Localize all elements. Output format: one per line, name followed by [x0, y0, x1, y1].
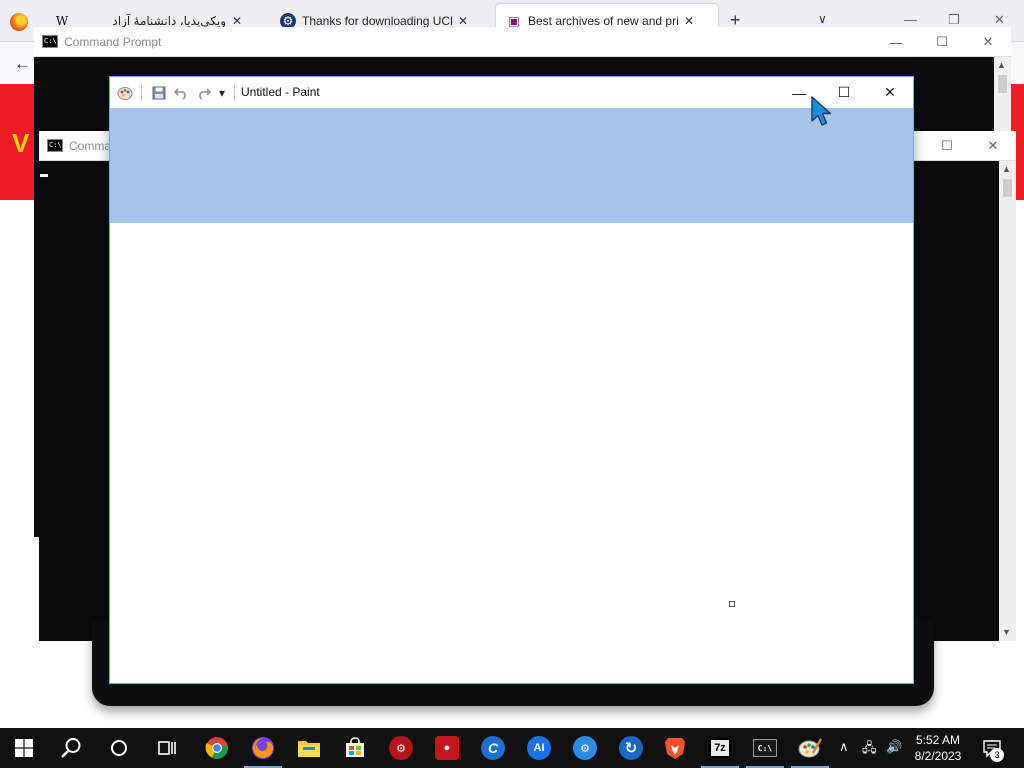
- taskbar-app-brave[interactable]: [652, 728, 698, 768]
- taskbar-app-command-prompt[interactable]: C:\: [742, 728, 788, 768]
- paint-canvas[interactable]: [110, 223, 913, 683]
- store-icon: [346, 737, 364, 757]
- browser-minimize-button[interactable]: —: [904, 12, 917, 27]
- search-button[interactable]: [48, 728, 94, 768]
- close-button[interactable]: ✕: [867, 77, 913, 108]
- paint-titlebar[interactable]: ▾ Untitled - Paint — ☐ ✕: [110, 77, 913, 108]
- close-button[interactable]: ✕: [970, 131, 1016, 161]
- taskbar-app-ccleaner[interactable]: C: [470, 728, 516, 768]
- taskbar-app-sync[interactable]: ↻: [608, 728, 654, 768]
- browser-close-button[interactable]: ✕: [994, 12, 1005, 28]
- chrome-icon: [205, 737, 228, 759]
- minimize-button[interactable]: —: [873, 27, 919, 57]
- close-icon[interactable]: ✕: [684, 14, 694, 28]
- back-arrow-icon[interactable]: ←: [14, 54, 31, 74]
- list-all-tabs-button[interactable]: ∨: [818, 12, 827, 26]
- start-button[interactable]: [1, 728, 47, 768]
- search-icon: [61, 738, 81, 758]
- site-logo: V: [12, 128, 30, 158]
- task-view-icon: [158, 741, 176, 755]
- command-prompt-titlebar[interactable]: C:\ Command Prompt — ☐ ✕: [34, 27, 1011, 57]
- customize-toolbar-icon[interactable]: ▾: [213, 84, 231, 102]
- close-icon[interactable]: ✕: [458, 14, 468, 28]
- taskbar-app-7zip[interactable]: 7z: [697, 728, 743, 768]
- browser-tab-title: Thanks for downloading UChe: [302, 14, 452, 28]
- taskbar-clock[interactable]: 5:52 AM 8/2/2023: [906, 732, 970, 764]
- taskbar-app-microsoft-store[interactable]: [332, 728, 378, 768]
- ccleaner-icon: C: [481, 736, 505, 760]
- network-icon[interactable]: 🖧: [862, 739, 877, 761]
- cortana-icon: [111, 740, 127, 756]
- ai-chat-icon: AI: [527, 736, 551, 760]
- taskbar-app-red-gear[interactable]: ⚙: [378, 728, 424, 768]
- vertical-scrollbar[interactable]: ▲ ▼: [999, 161, 1016, 641]
- mouse-pointer-icon: [811, 96, 832, 126]
- scroll-thumb[interactable]: [1003, 179, 1012, 197]
- cortana-button[interactable]: [96, 728, 142, 768]
- redo-icon[interactable]: [194, 84, 212, 102]
- folder-icon: [298, 741, 320, 757]
- canvas-resize-handle[interactable]: [729, 601, 735, 607]
- command-prompt-icon: C:\: [42, 35, 58, 48]
- paint-window: ▾ Untitled - Paint — ☐ ✕: [109, 76, 914, 684]
- scroll-down-icon[interactable]: ▼: [1002, 627, 1011, 637]
- maximize-button[interactable]: ☐: [919, 27, 965, 57]
- brave-lion-icon: [665, 738, 685, 759]
- firefox-icon: [252, 737, 274, 759]
- paint-app-menu-icon[interactable]: [116, 84, 134, 102]
- taskbar-app-paint[interactable]: [787, 728, 833, 768]
- taskbar-app-screen-recorder[interactable]: ●: [424, 728, 470, 768]
- save-icon[interactable]: [150, 84, 168, 102]
- paint-palette-icon: [798, 738, 822, 758]
- taskbar-app-settings-globe[interactable]: ⚙: [562, 728, 608, 768]
- clock-date: 8/2/2023: [914, 749, 962, 763]
- taskbar-app-firefox[interactable]: [240, 728, 286, 768]
- close-icon[interactable]: ✕: [232, 14, 242, 28]
- taskbar-app-ai-chat[interactable]: AI: [516, 728, 562, 768]
- 7zip-icon: 7z: [709, 738, 731, 758]
- command-prompt-icon: C:\: [47, 139, 63, 152]
- command-prompt-icon: C:\: [753, 739, 777, 757]
- firefox-logo-icon[interactable]: [10, 13, 28, 31]
- browser-restore-button[interactable]: ❐: [948, 12, 960, 28]
- browser-tab-title: ویکی‌پدیا، دانشنامهٔ آزاد: [112, 14, 226, 28]
- scroll-up-icon[interactable]: ▲: [1002, 164, 1011, 174]
- gear-icon: ⚙: [389, 736, 413, 760]
- undo-icon[interactable]: [172, 84, 190, 102]
- taskbar: ⚙ ● C AI ⚙ ↻ 7z C:\ ∧ 🖧 🔊: [0, 728, 1024, 768]
- volume-icon[interactable]: 🔊: [886, 739, 902, 755]
- scroll-up-icon[interactable]: ▲: [997, 60, 1006, 70]
- sync-icon: ↻: [619, 736, 643, 760]
- command-prompt-title: Command Prompt: [64, 35, 162, 49]
- browser-tab-title: Best archives of new and privat: [528, 14, 678, 28]
- paint-ribbon: [110, 108, 913, 223]
- command-prompt-title: Comma: [69, 139, 112, 153]
- notification-count-badge: 3: [990, 748, 1004, 762]
- paint-title: Untitled - Paint: [241, 85, 320, 99]
- taskbar-app-file-explorer[interactable]: [286, 728, 332, 768]
- globe-gear-icon: ⚙: [573, 736, 597, 760]
- taskbar-app-chrome[interactable]: [194, 728, 240, 768]
- record-icon: ●: [435, 736, 459, 760]
- show-hidden-icons-chevron-icon[interactable]: ∧: [839, 739, 849, 755]
- toolbar-separator: [141, 85, 142, 100]
- close-button[interactable]: ✕: [965, 27, 1011, 57]
- text-cursor: [40, 174, 48, 177]
- task-view-button[interactable]: [144, 728, 190, 768]
- windows-logo-icon: [15, 739, 33, 757]
- palette-icon: [117, 87, 133, 100]
- clock-time: 5:52 AM: [915, 733, 961, 747]
- toolbar-separator: [234, 85, 235, 100]
- scroll-thumb[interactable]: [998, 75, 1007, 93]
- maximize-button[interactable]: ☐: [924, 131, 970, 161]
